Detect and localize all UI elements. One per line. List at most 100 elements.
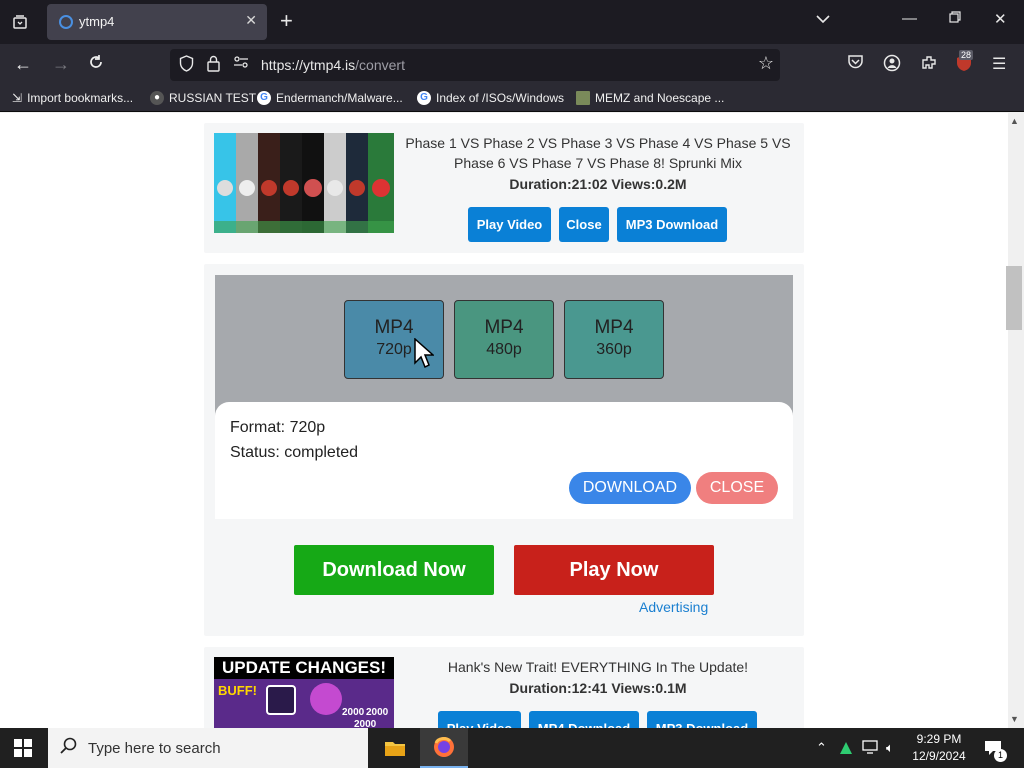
- permissions-icon[interactable]: [233, 55, 249, 73]
- video-meta: Duration:21:02 Views:0.2M: [509, 176, 687, 192]
- thumbnail-badge: BUFF!: [218, 683, 257, 698]
- play-video-button[interactable]: Play Video: [438, 711, 521, 728]
- advertising-link[interactable]: Advertising: [639, 599, 708, 615]
- image-icon: [576, 91, 590, 105]
- format-480p-button[interactable]: MP4 480p: [454, 300, 554, 379]
- page-scrollbar[interactable]: [1008, 113, 1024, 728]
- volume-icon[interactable]: 🔈︎: [886, 740, 894, 756]
- bookmark-label: Import bookmarks...: [27, 91, 134, 105]
- play-now-button[interactable]: Play Now: [514, 545, 714, 595]
- video-thumbnail[interactable]: UPDATE CHANGES! BUFF! 2000 2000 2000: [214, 657, 394, 728]
- url-path: /convert: [355, 57, 405, 73]
- skull-icon: [266, 685, 296, 715]
- navigation-bar: ← → https://ytmp4.is/convert ☆ 28 ☰: [0, 44, 1024, 86]
- video-card: UPDATE CHANGES! BUFF! 2000 2000 2000 Han…: [204, 647, 804, 728]
- bookmark-endermanch[interactable]: G Endermanch/Malware...: [257, 91, 403, 105]
- close-button[interactable]: Close: [559, 207, 609, 242]
- reload-icon[interactable]: [87, 53, 105, 76]
- network-icon[interactable]: [862, 740, 878, 757]
- video-title: Phase 1 VS Phase 2 VS Phase 3 VS Phase 4…: [405, 135, 791, 171]
- restore-icon[interactable]: [949, 10, 961, 27]
- format-name: MP4: [374, 317, 414, 338]
- extension-badge: 28: [959, 50, 974, 60]
- scroll-up-icon[interactable]: ▲: [1010, 116, 1019, 126]
- new-tab-icon[interactable]: +: [280, 9, 293, 33]
- mp4-download-button[interactable]: MP4 Download: [529, 711, 639, 728]
- format-resolution: 360p: [596, 341, 632, 358]
- tab-list-icon[interactable]: [8, 10, 32, 34]
- bookmark-import[interactable]: ⇲ Import bookmarks...: [12, 91, 133, 105]
- bookmark-memz[interactable]: MEMZ and Noescape ...: [576, 91, 724, 105]
- format-name: MP4: [484, 317, 524, 338]
- thumbnail-badge: 2000: [342, 707, 365, 718]
- search-icon: [60, 737, 78, 760]
- play-video-button[interactable]: Play Video: [468, 207, 551, 242]
- format-360p-button[interactable]: MP4 360p: [564, 300, 664, 379]
- thumbnail-caption: UPDATE CHANGES!: [214, 657, 394, 679]
- forward-icon[interactable]: →: [52, 53, 70, 75]
- system-clock[interactable]: 9:29 PM 12/9/2024: [908, 731, 970, 765]
- video-title: Hank's New Trait! EVERYTHING In The Upda…: [447, 659, 749, 675]
- format-resolution: 480p: [486, 341, 522, 358]
- format-line: Format: 720p: [230, 419, 326, 436]
- status-line: Status: completed: [230, 444, 359, 461]
- bookmark-label: Index of /ISOs/Windows: [436, 91, 565, 105]
- tab-close-icon[interactable]: ✕: [245, 12, 257, 29]
- bookmark-label: MEMZ and Noescape ...: [595, 91, 725, 105]
- tab-title: ytmp4: [79, 14, 115, 29]
- video-thumbnail[interactable]: [214, 133, 394, 233]
- file-explorer-icon[interactable]: [371, 728, 419, 768]
- shield-icon[interactable]: [179, 55, 194, 76]
- clock-time: 9:29 PM: [916, 732, 962, 746]
- google-icon: G: [257, 91, 271, 105]
- network-people-icon[interactable]: [838, 740, 854, 759]
- minimize-icon[interactable]: —: [902, 10, 917, 27]
- scroll-down-icon[interactable]: ▼: [1010, 714, 1019, 724]
- bookmark-isos[interactable]: G Index of /ISOs/Windows: [417, 91, 564, 105]
- thumbnail-badge: 2000: [366, 707, 389, 718]
- tab-bar: ytmp4 ✕ + — ✕: [0, 0, 1024, 44]
- active-tab[interactable]: ytmp4 ✕: [47, 4, 267, 40]
- mp3-download-button[interactable]: MP3 Download: [647, 711, 757, 728]
- download-now-button[interactable]: Download Now: [294, 545, 494, 595]
- video-meta: Duration:12:41 Views:0.1M: [509, 680, 687, 696]
- conversion-status-box: Format: 720p Status: completed DOWNLOAD …: [215, 402, 793, 519]
- firefox-icon[interactable]: [420, 728, 468, 768]
- extensions-icon[interactable]: [920, 54, 938, 77]
- import-icon: ⇲: [12, 91, 23, 105]
- notification-count: 1: [994, 749, 1007, 762]
- google-icon: G: [417, 91, 431, 105]
- character-icon: [310, 683, 342, 715]
- github-icon: ●: [150, 91, 164, 105]
- chevron-up-icon[interactable]: ⌃: [816, 740, 827, 756]
- url-host: https://ytmp4.is: [261, 57, 356, 73]
- pocket-icon[interactable]: [847, 54, 864, 75]
- window-close-icon[interactable]: ✕: [994, 10, 1007, 28]
- page-viewport: Phase 1 VS Phase 2 VS Phase 3 VS Phase 4…: [0, 113, 1008, 728]
- bookmark-label: RUSSIAN TEST: [169, 91, 257, 105]
- lock-icon[interactable]: [207, 55, 220, 76]
- address-bar[interactable]: https://ytmp4.is/convert ☆: [170, 49, 780, 81]
- clock-date: 12/9/2024: [912, 749, 966, 763]
- account-icon[interactable]: [883, 54, 901, 77]
- menu-icon[interactable]: ☰: [992, 54, 1006, 74]
- format-panel: MP4 720p MP4 480p MP4 360p Format: 720p …: [215, 275, 793, 519]
- mouse-cursor-icon: [414, 338, 434, 369]
- chevron-down-icon[interactable]: [816, 11, 830, 27]
- close-status-button[interactable]: CLOSE: [696, 472, 778, 504]
- windows-start-icon[interactable]: [14, 739, 32, 757]
- download-button[interactable]: DOWNLOAD: [569, 472, 691, 504]
- bookmark-star-icon[interactable]: ☆: [758, 53, 774, 74]
- thumbnail-badge: 2000: [354, 719, 377, 728]
- bookmark-russian-test[interactable]: ● RUSSIAN TEST: [150, 91, 256, 105]
- bookmark-label: Endermanch/Malware...: [276, 91, 403, 105]
- loading-favicon-icon: [59, 15, 73, 29]
- taskbar: Type here to search ⌃ 🔈︎ 9:29 PM 12/9/20…: [0, 728, 1024, 768]
- url-text[interactable]: https://ytmp4.is/convert: [261, 57, 405, 73]
- taskbar-search[interactable]: Type here to search: [48, 728, 368, 768]
- scrollbar-thumb[interactable]: [1006, 266, 1022, 330]
- back-icon[interactable]: ←: [14, 53, 32, 75]
- video-card: Phase 1 VS Phase 2 VS Phase 3 VS Phase 4…: [204, 123, 804, 253]
- mp3-download-button[interactable]: MP3 Download: [617, 207, 727, 242]
- search-placeholder: Type here to search: [88, 740, 221, 757]
